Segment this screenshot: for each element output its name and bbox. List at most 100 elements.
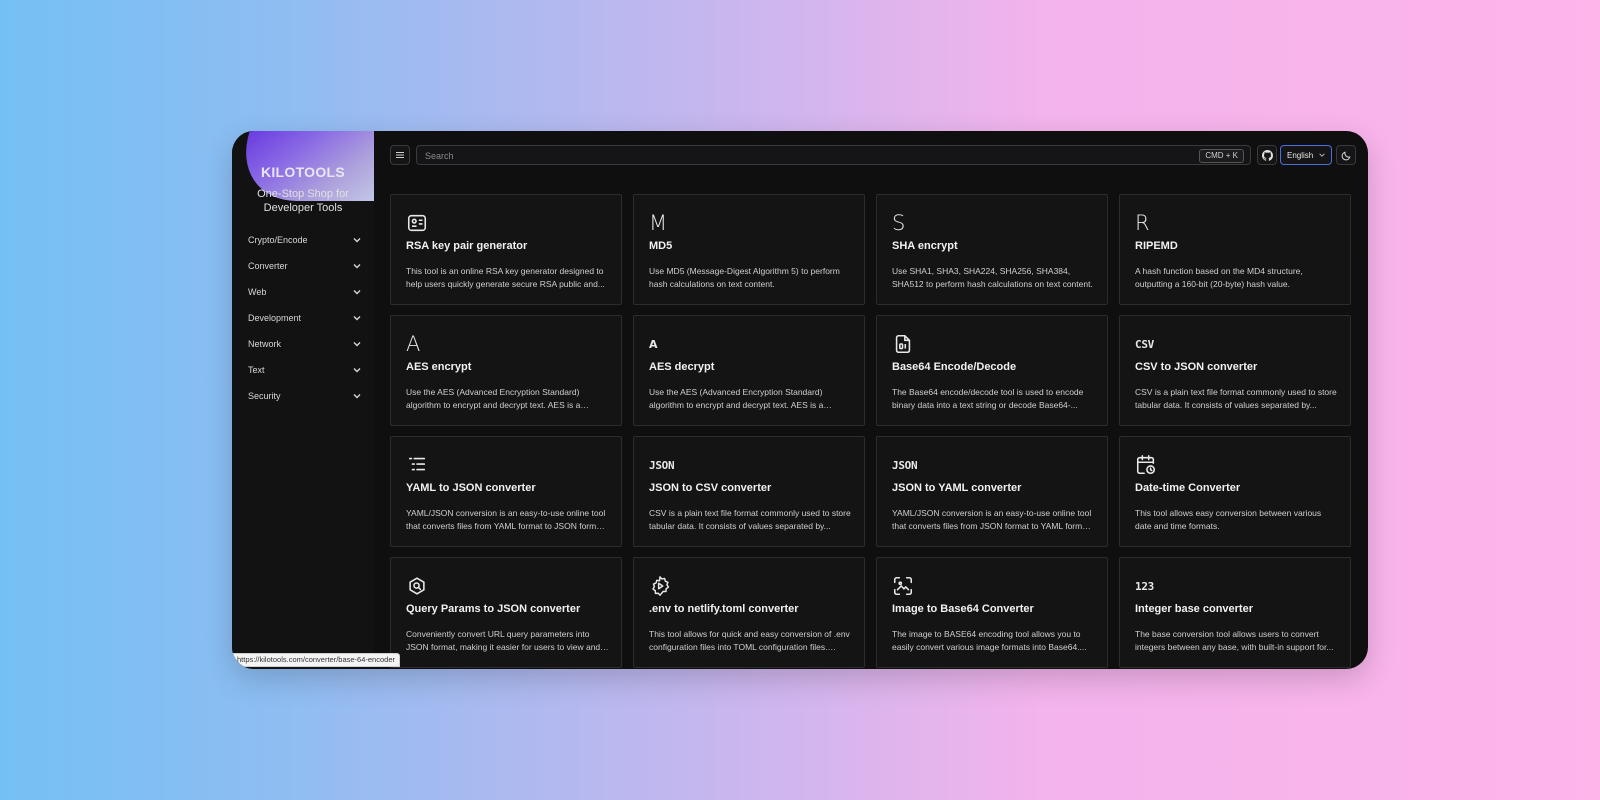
sidebar-item-web[interactable]: Web <box>232 279 374 305</box>
letter-m-icon: M <box>649 211 668 235</box>
letter-s-icon: S <box>892 211 906 235</box>
moon-icon <box>1341 151 1350 160</box>
calendar-clock-icon <box>1135 453 1159 477</box>
csv-icon: CSV <box>1135 337 1154 351</box>
chevron-down-icon <box>353 238 361 243</box>
status-bar-url: https://kilotools.com/converter/base-64-… <box>232 653 400 667</box>
card-description: CSV is a plain text file format commonly… <box>1135 387 1337 410</box>
language-label: English <box>1287 150 1314 160</box>
sidebar-nav: Crypto/Encode Converter Web Development … <box>232 227 374 409</box>
tool-card-env-to-toml[interactable]: .env to netlify.toml converter This tool… <box>633 557 865 668</box>
card-title: Date-time Converter <box>1135 482 1241 494</box>
main-content: CMD + K English RSA key pair generator T… <box>374 131 1368 669</box>
tool-card-base64[interactable]: Base64 Encode/Decode The Base64 encode/d… <box>876 315 1108 426</box>
card-title: JSON to CSV converter <box>649 482 772 494</box>
card-title: YAML to JSON converter <box>406 482 536 494</box>
tool-card-json-to-csv[interactable]: JSON JSON to CSV converter CSV is a plai… <box>633 436 865 547</box>
tool-card-rsa[interactable]: RSA key pair generator This tool is an o… <box>390 194 622 305</box>
chevron-down-icon <box>353 368 361 373</box>
chevron-down-icon <box>353 290 361 295</box>
tool-card-yaml-to-json[interactable]: YAML to JSON converter YAML/JSON convers… <box>390 436 622 547</box>
card-title: Image to Base64 Converter <box>892 603 1034 615</box>
image-scan-icon <box>892 574 916 598</box>
sidebar-item-development[interactable]: Development <box>232 305 374 331</box>
card-description: Use the AES (Advanced Encryption Standar… <box>649 387 824 410</box>
tool-card-integer-base[interactable]: 123 Integer base converter The base conv… <box>1119 557 1351 668</box>
tool-card-sha[interactable]: S SHA encrypt Use SHA1, SHA3, SHA224, SH… <box>876 194 1108 305</box>
search-box[interactable]: CMD + K <box>416 145 1251 165</box>
sidebar-item-security[interactable]: Security <box>232 383 374 409</box>
list-tree-icon <box>406 453 430 477</box>
id-card-icon <box>406 211 430 235</box>
tool-card-ripemd[interactable]: R RIPEMD A hash function based on the MD… <box>1119 194 1351 305</box>
card-title: Base64 Encode/Decode <box>892 361 1017 373</box>
github-icon <box>1261 149 1273 161</box>
tool-card-aes-decrypt[interactable]: A AES decrypt Use the AES (Advanced Encr… <box>633 315 865 426</box>
card-description: CSV is a plain text file format commonly… <box>649 508 851 531</box>
chevron-down-icon <box>353 264 361 269</box>
sidebar-item-label: Crypto/Encode <box>248 235 308 245</box>
card-title: AES encrypt <box>406 361 472 373</box>
sidebar-item-label: Converter <box>248 261 288 271</box>
chevron-down-icon <box>353 316 361 321</box>
search-input[interactable] <box>423 148 1127 164</box>
sidebar: KILOTOOLS One-Stop Shop for Developer To… <box>232 131 374 669</box>
tool-card-image-to-base64[interactable]: Image to Base64 Converter The image to B… <box>876 557 1108 668</box>
sidebar-item-label: Web <box>248 287 267 297</box>
tool-card-aes-encrypt[interactable]: A AES encrypt Use the AES (Advanced Encr… <box>390 315 622 426</box>
sidebar-item-label: Network <box>248 339 282 349</box>
sidebar-item-converter[interactable]: Converter <box>232 253 374 279</box>
letter-a-small-icon: A <box>649 337 658 351</box>
chevron-down-icon <box>353 394 361 399</box>
card-description: A hash function based on the MD4 structu… <box>1135 266 1303 289</box>
chevron-down-icon <box>353 342 361 347</box>
github-button[interactable] <box>1257 145 1277 165</box>
card-title: Query Params to JSON converter <box>406 603 581 615</box>
card-description: This tool allows for quick and easy conv… <box>649 629 850 652</box>
card-title: JSON to YAML converter <box>892 482 1022 494</box>
card-title: MD5 <box>649 240 673 252</box>
tool-card-query-params[interactable]: Query Params to JSON converter Convenien… <box>390 557 622 668</box>
card-title: Integer base converter <box>1135 603 1253 615</box>
brand-title: KILOTOOLS <box>260 164 346 180</box>
card-description: The base conversion tool allows users to… <box>1135 629 1334 652</box>
numbers-123-icon: 123 <box>1135 579 1154 593</box>
shortcut-badge: CMD + K <box>1199 149 1244 163</box>
card-title: SHA encrypt <box>892 240 958 252</box>
tool-card-md5[interactable]: M MD5 Use MD5 (Message-Digest Algorithm … <box>633 194 865 305</box>
hamburger-icon <box>396 152 404 158</box>
chevron-down-icon <box>1319 153 1325 157</box>
card-description: Use MD5 (Message-Digest Algorithm 5) to … <box>649 266 840 289</box>
json-icon: JSON <box>892 458 918 472</box>
card-title: RIPEMD <box>1135 240 1178 252</box>
card-description: The Base64 encode/decode tool is used to… <box>892 387 1084 410</box>
card-description: Conveniently convert URL query parameter… <box>406 629 601 652</box>
brand-subtitle: One-Stop Shop for Developer Tools <box>257 188 349 214</box>
theme-toggle-button[interactable] <box>1336 145 1356 165</box>
card-description: YAML/JSON conversion is an easy-to-use o… <box>406 508 606 531</box>
json-icon: JSON <box>649 458 675 472</box>
sidebar-item-network[interactable]: Network <box>232 331 374 357</box>
sidebar-item-text[interactable]: Text <box>232 357 374 383</box>
card-description: Use the AES (Advanced Encryption Standar… <box>406 387 581 410</box>
letter-r-icon: R <box>1135 211 1150 235</box>
sidebar-item-label: Development <box>248 313 302 323</box>
card-description: Use SHA1, SHA3, SHA224, SHA256, SHA384, … <box>892 266 1093 289</box>
app-window: KILOTOOLS One-Stop Shop for Developer To… <box>232 131 1368 669</box>
card-description: This tool allows easy conversion between… <box>1135 508 1322 531</box>
card-title: RSA key pair generator <box>406 240 528 252</box>
card-title: AES decrypt <box>649 361 715 373</box>
tool-card-datetime[interactable]: Date-time Converter This tool allows eas… <box>1119 436 1351 547</box>
sidebar-item-label: Security <box>248 391 281 401</box>
search-badge-icon <box>406 574 430 598</box>
tools-grid: RSA key pair generator This tool is an o… <box>390 194 1351 668</box>
card-title: .env to netlify.toml converter <box>649 603 799 615</box>
binary-file-icon <box>892 332 916 356</box>
tool-card-csv-to-json[interactable]: CSV CSV to JSON converter CSV is a plain… <box>1119 315 1351 426</box>
menu-toggle-button[interactable] <box>390 145 410 165</box>
letter-a-icon: A <box>406 332 421 356</box>
sidebar-item-crypto-encode[interactable]: Crypto/Encode <box>232 227 374 253</box>
topbar: CMD + K English <box>390 145 1356 165</box>
language-select[interactable]: English <box>1280 145 1332 165</box>
tool-card-json-to-yaml[interactable]: JSON JSON to YAML converter YAML/JSON co… <box>876 436 1108 547</box>
